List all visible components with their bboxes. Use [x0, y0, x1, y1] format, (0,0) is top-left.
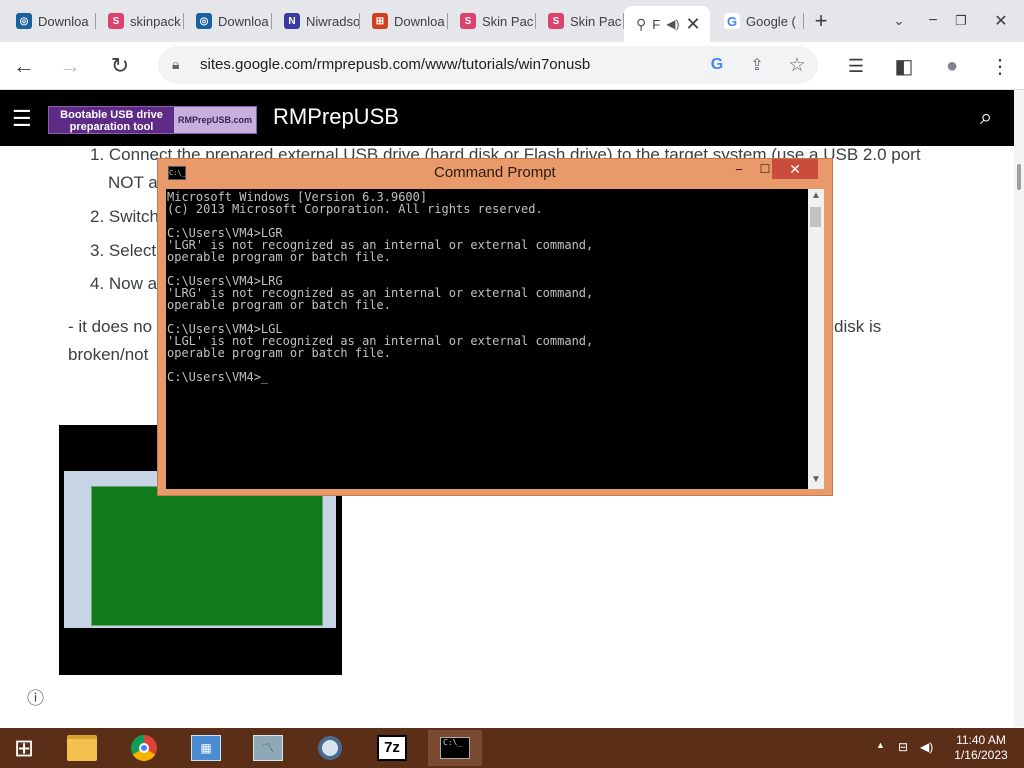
sp-icon: S [460, 13, 476, 29]
tab-label: Google ( [746, 13, 796, 29]
tab-label: F [652, 16, 661, 32]
tab-label: Niwradso [306, 13, 360, 29]
back-arrow-icon[interactable]: ← [10, 52, 38, 80]
note-text-start: - it does no [68, 317, 153, 336]
browser-tab[interactable]: N Niwradso [272, 4, 360, 38]
show-hidden-icons-icon[interactable]: ▲ [876, 740, 885, 750]
profile-avatar-icon[interactable]: ● [938, 52, 966, 80]
list-item-3: 3. Select [90, 241, 157, 260]
logo-tagline: Bootable USB drive preparation tool [60, 109, 163, 133]
info-icon[interactable]: ⓘ [27, 684, 44, 709]
sp-icon: S [548, 13, 564, 29]
lock-icon: 🔒︎ [172, 56, 180, 72]
tab-label: Downloa [218, 13, 269, 29]
list-item-2: 2. Switch [90, 207, 159, 226]
7zip-icon[interactable]: 7z [368, 730, 416, 766]
page-scrollbar[interactable] [1014, 90, 1024, 727]
performance-icon[interactable]: 〽 [244, 730, 292, 766]
page-scroll-thumb[interactable] [1017, 164, 1021, 190]
tab-label: Downloa [38, 13, 89, 29]
browser-tab[interactable]: G Google ( [712, 4, 804, 38]
control-panel-icon[interactable]: ▦ [182, 730, 230, 766]
system-clock[interactable]: 11:40 AM 1/16/2023 [952, 733, 1010, 763]
close-icon[interactable]: ✕ [772, 159, 818, 179]
network-icon[interactable]: ⊟ [898, 740, 908, 754]
site-logo[interactable]: Bootable USB drive preparation tool RMPr… [48, 106, 257, 134]
sp-icon: S [108, 13, 124, 29]
note-text-end: disk is [834, 317, 882, 336]
browser-tab[interactable]: ◎ Downloa [184, 4, 272, 38]
browser-tab[interactable]: ◎ Downloa [4, 4, 96, 38]
browser-toolbar: ← → ↻ 🔒︎ sites.google.com/rmprepusb.com/… [0, 42, 1024, 90]
console-text: Microsoft Windows [Version 6.3.9600] (c)… [167, 190, 594, 384]
site-title[interactable]: RMPrepUSB [273, 104, 399, 130]
url-text[interactable]: sites.google.com/rmprepusb.com/www/tutor… [200, 56, 590, 73]
list-item-4: 4. Now a [90, 274, 158, 293]
close-tab-icon[interactable]: ✕ [685, 14, 700, 35]
reload-icon[interactable]: ↻ [106, 52, 134, 80]
google-lens-icon[interactable]: G [706, 54, 728, 76]
hamburger-menu-icon[interactable]: ☰ [12, 106, 32, 132]
speaker-icon: ◀) [666, 17, 680, 31]
taskbar: ⊞ ▦ 〽 7z C:\_ ▲ ⊟ ◀) 11:40 AM 1/16/2023 [0, 728, 1024, 768]
bookmark-star-icon[interactable]: ☆ [786, 54, 808, 76]
start-icon[interactable]: ⊞ [0, 730, 48, 766]
list-item-1-line2: NOT a [108, 173, 158, 192]
restore-window-button[interactable]: ❐ [948, 8, 974, 34]
app-icon: N [284, 13, 300, 29]
scroll-up-icon[interactable]: ▲ [808, 189, 824, 203]
cmd-window-icon: C:\_ [168, 166, 186, 180]
google-icon: G [724, 13, 740, 29]
close-window-button[interactable]: ✕ [988, 8, 1014, 34]
search-icon[interactable]: ⌕ [980, 104, 992, 130]
windows-icon: ⊞ [372, 13, 388, 29]
cmd-scrollbar[interactable]: ▲ ▼ [808, 189, 824, 489]
new-tab-button[interactable]: + [808, 8, 834, 34]
cmd-icon[interactable]: C:\_ [428, 730, 482, 766]
side-panel-icon[interactable]: ◧ [890, 52, 918, 80]
tab-label: Downloa [394, 13, 445, 29]
minimize-window-button[interactable]: − [920, 8, 946, 34]
browser-tab[interactable]: S skinpack [96, 4, 184, 38]
clock-date: 1/16/2023 [954, 748, 1008, 762]
page-icon: ◎ [16, 13, 32, 29]
browser-tab[interactable]: S Skin Pac [448, 4, 536, 38]
usb-icon: ⚲ [636, 15, 647, 32]
note-text-line2: broken/not [68, 345, 149, 364]
address-bar[interactable]: 🔒︎ sites.google.com/rmprepusb.com/www/tu… [158, 46, 818, 84]
cmd-title: Command Prompt [434, 164, 556, 181]
command-prompt-window[interactable]: C:\_ Command Prompt − ☐ ✕ Microsoft Wind… [157, 158, 833, 496]
tab-label: Skin Pac [570, 13, 622, 29]
minimize-icon[interactable]: − [728, 159, 750, 179]
menu-kebab-icon[interactable]: ⋮ [986, 52, 1014, 80]
search-tool-icon[interactable] [306, 730, 354, 766]
browser-tab-active[interactable]: ⚲ F ◀) ✕ [624, 6, 710, 42]
scroll-down-icon[interactable]: ▼ [808, 473, 824, 487]
thumbnail-console [91, 486, 323, 626]
clock-time: 11:40 AM [956, 733, 1006, 747]
site-header: ☰ Bootable USB drive preparation tool RM… [0, 90, 1024, 146]
browser-tab[interactable]: S Skin Pac [536, 4, 624, 38]
cmd-scroll-thumb[interactable] [810, 207, 821, 227]
forward-arrow-icon[interactable]: → [56, 52, 84, 80]
tab-search-icon[interactable]: ⌄ [886, 8, 912, 34]
tab-label: Skin Pac [482, 13, 534, 29]
chrome-icon[interactable] [120, 730, 168, 766]
browser-tab-strip: ◎ Downloa S skinpack ◎ Downloa N Niwrads… [0, 0, 1024, 42]
share-icon[interactable]: ⇪ [746, 54, 768, 76]
volume-icon[interactable]: ◀) [920, 740, 933, 754]
console-output[interactable]: Microsoft Windows [Version 6.3.9600] (c)… [166, 189, 808, 489]
file-explorer-icon[interactable] [58, 730, 106, 766]
logo-brand: RMPrepUSB.com [174, 107, 256, 133]
browser-tab[interactable]: ⊞ Downloa [360, 4, 448, 38]
cmd-title-bar[interactable]: C:\_ Command Prompt − ☐ ✕ [158, 159, 832, 187]
media-control-icon[interactable]: ☰ [842, 52, 870, 80]
page-icon: ◎ [196, 13, 212, 29]
tab-label: skinpack [130, 13, 181, 29]
